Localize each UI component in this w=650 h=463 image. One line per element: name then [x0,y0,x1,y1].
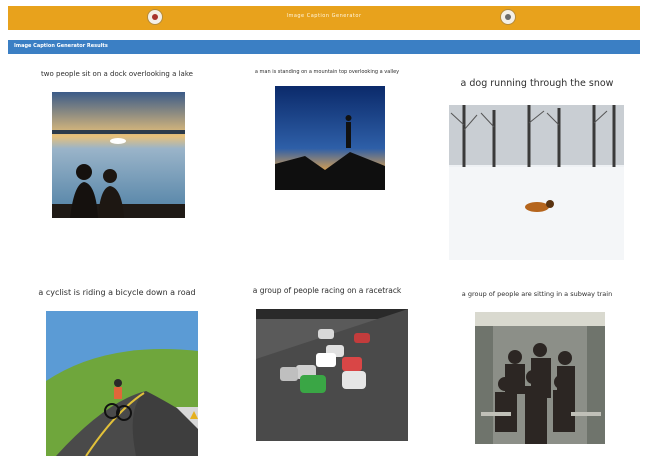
result-card: a group of people racing on a racetrack [222,280,432,460]
caption: a group of people are sitting in a subwa… [461,290,613,298]
results-bar: Image Caption Generator Results [8,40,640,54]
header-bar: Image Caption Generator [8,6,640,30]
man-on-mountain-photo [275,86,385,190]
app-title: Image Caption Generator [286,13,362,19]
dog-in-snow-photo [449,105,624,260]
race-cars-photo [256,309,408,441]
caption: a dog running through the snow [460,78,614,89]
caption: a cyclist is riding a bicycle down a roa… [38,288,196,297]
seal-icon [500,9,516,25]
result-card: a man is standing on a mountain top over… [222,62,432,232]
caption: two people sit on a dock overlooking a l… [41,70,193,78]
result-card: a dog running through the snow [432,62,642,262]
result-card: a cyclist is riding a bicycle down a roa… [12,280,222,460]
caption: a man is standing on a mountain top over… [254,69,400,75]
result-card: two people sit on a dock overlooking a l… [12,62,222,232]
couple-on-dock-photo [52,92,185,218]
cyclist-on-road-photo [46,311,198,456]
people-in-subway-photo [475,312,605,444]
caption: a group of people racing on a racetrack [252,286,402,295]
result-card: a group of people are sitting in a subwa… [432,280,642,460]
results-title: Image Caption Generator Results [14,43,108,49]
